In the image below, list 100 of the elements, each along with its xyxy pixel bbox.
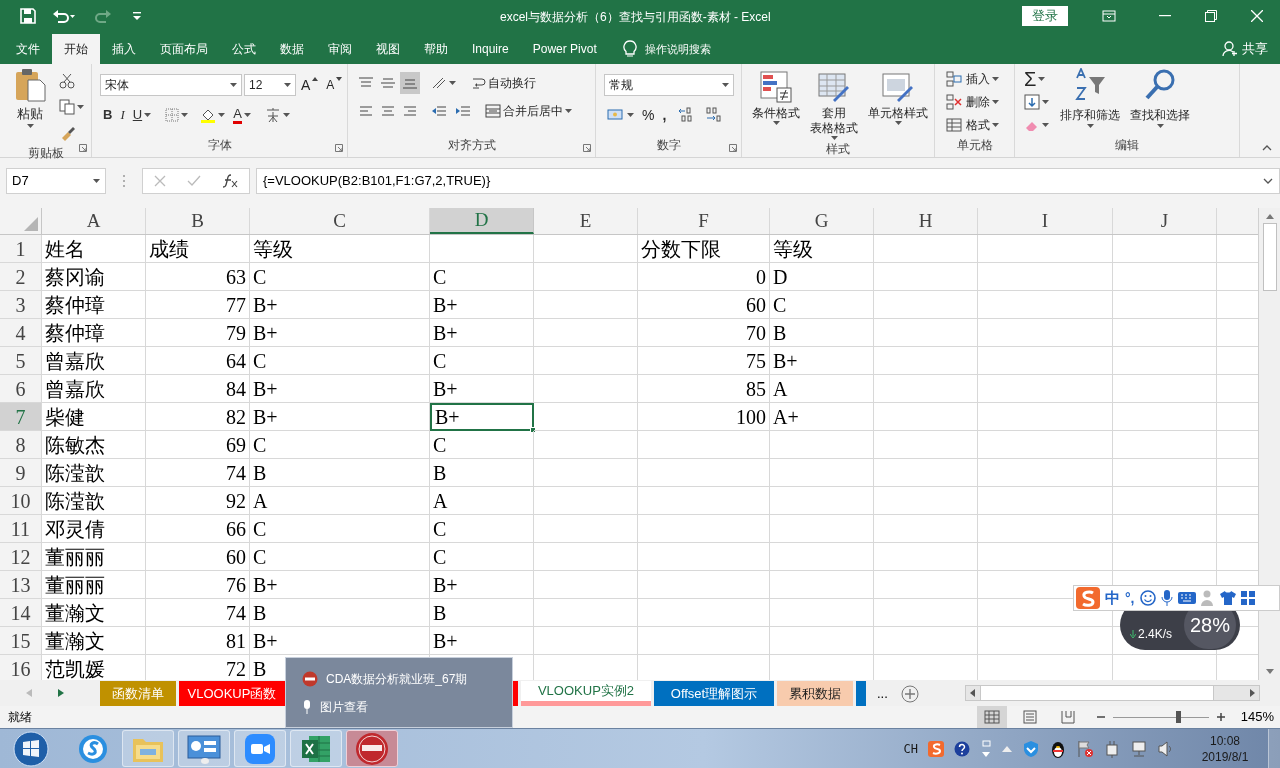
row-header[interactable]: 11: [0, 515, 42, 543]
add-sheet-icon[interactable]: [900, 684, 919, 703]
row-header[interactable]: 8: [0, 431, 42, 459]
row-header[interactable]: 13: [0, 571, 42, 599]
name-box[interactable]: D7: [6, 168, 106, 194]
row-header[interactable]: 9: [0, 459, 42, 487]
language-bar-icon[interactable]: [980, 739, 992, 758]
sort-filter-button[interactable]: 排序和筛选: [1058, 68, 1122, 136]
formula-input[interactable]: {=VLOOKUP(B2:B101,F1:G7,2,TRUE)}: [256, 168, 1280, 194]
row-header[interactable]: 10: [0, 487, 42, 515]
flag-icon[interactable]: [1076, 739, 1094, 758]
ribbon-tab[interactable]: 插入: [100, 34, 148, 64]
delete-button[interactable]: 删除: [943, 91, 1014, 113]
more-sheets-button[interactable]: ...: [877, 683, 888, 704]
fill-handle[interactable]: [530, 427, 536, 433]
column-header[interactable]: I: [978, 208, 1113, 234]
grow-font-button[interactable]: A: [298, 74, 322, 96]
column-header[interactable]: H: [874, 208, 978, 234]
language-indicator[interactable]: CH: [903, 739, 918, 758]
sign-in-button[interactable]: 登录: [1022, 6, 1068, 26]
show-hidden-icons-icon[interactable]: [1002, 745, 1012, 752]
popup-menu-item[interactable]: 图片查看: [302, 697, 496, 716]
row-header[interactable]: 15: [0, 627, 42, 655]
fill-button[interactable]: [1021, 91, 1052, 113]
ribbon-tab[interactable]: 帮助: [412, 34, 460, 64]
dialog-launcher-icon[interactable]: [583, 144, 591, 152]
sogou-tray-icon[interactable]: [928, 740, 944, 757]
zoom-out-icon[interactable]: [1096, 713, 1105, 721]
row-header[interactable]: 1: [0, 235, 42, 263]
row-header[interactable]: 3: [0, 291, 42, 319]
share-button[interactable]: 共享: [1222, 34, 1268, 64]
network-icon[interactable]: [1130, 739, 1148, 758]
grid-icon[interactable]: [1240, 591, 1255, 605]
font-name-dropdown[interactable]: 宋体: [100, 74, 242, 96]
paste-button[interactable]: 粘贴: [10, 68, 50, 144]
zoom-slider[interactable]: [1112, 711, 1209, 723]
sheet-tab[interactable]: 累积数据: [777, 681, 853, 706]
insert-button[interactable]: 插入: [943, 68, 1014, 90]
column-header[interactable]: D: [430, 208, 534, 234]
power-plug-icon[interactable]: [1104, 739, 1120, 758]
column-header[interactable]: F: [638, 208, 770, 234]
column-header[interactable]: A: [42, 208, 146, 234]
ribbon-tab[interactable]: 文件: [4, 34, 52, 64]
smiley-icon[interactable]: [1139, 590, 1156, 606]
zoom-in-icon[interactable]: [1216, 713, 1225, 721]
bold-button[interactable]: B: [100, 104, 116, 126]
sheet-tab[interactable]: Offset理解图示: [654, 681, 774, 706]
underline-button[interactable]: U: [129, 104, 155, 126]
scroll-thumb[interactable]: [980, 686, 1214, 700]
zoom-slider-thumb[interactable]: [1176, 711, 1181, 723]
dialog-launcher-icon[interactable]: [335, 144, 343, 152]
italic-button[interactable]: I: [117, 104, 128, 126]
row-header[interactable]: 5: [0, 347, 42, 375]
horizontal-scrollbar[interactable]: [965, 685, 1260, 701]
help-icon[interactable]: [954, 740, 970, 757]
tell-me-field[interactable]: 操作说明搜索: [644, 40, 711, 58]
ribbon-tab[interactable]: 开始: [52, 34, 100, 64]
customize-icon[interactable]: [132, 11, 142, 21]
taskbar-button[interactable]: [346, 730, 398, 767]
row-header[interactable]: 2: [0, 263, 42, 291]
row-header[interactable]: 4: [0, 319, 42, 347]
ribbon-tab[interactable]: 公式: [220, 34, 268, 64]
column-header[interactable]: E: [534, 208, 638, 234]
row-header[interactable]: 14: [0, 599, 42, 627]
row-header[interactable]: 6: [0, 375, 42, 403]
undo-icon[interactable]: [52, 8, 76, 24]
input-mode-toggle[interactable]: 中: [1105, 586, 1120, 610]
scroll-thumb[interactable]: [1262, 223, 1277, 291]
collapse-ribbon-icon[interactable]: [1262, 145, 1272, 151]
row-header[interactable]: 12: [0, 543, 42, 571]
row-header[interactable]: 7: [0, 403, 42, 431]
sheet-tab[interactable]: VLOOKUP实例2: [521, 681, 651, 706]
ribbon-tab[interactable]: 数据: [268, 34, 316, 64]
scroll-up-icon[interactable]: [1265, 214, 1274, 219]
format-button[interactable]: 格式: [943, 114, 1014, 136]
font-color-button[interactable]: A: [230, 104, 254, 126]
column-header[interactable]: G: [770, 208, 874, 234]
scroll-down-icon[interactable]: [1265, 669, 1274, 674]
dialog-launcher-icon[interactable]: [79, 144, 87, 152]
row-header[interactable]: 16: [0, 655, 42, 680]
penguin-icon[interactable]: [1050, 739, 1066, 758]
number-format-dropdown[interactable]: 常规: [604, 74, 734, 96]
font-size-dropdown[interactable]: 12: [244, 74, 296, 96]
clock[interactable]: 10:08 2019/8/1: [1192, 732, 1258, 765]
check-icon[interactable]: [187, 175, 201, 187]
shield-icon[interactable]: [1022, 739, 1040, 758]
column-header[interactable]: B: [146, 208, 250, 234]
start-orb-icon[interactable]: [13, 730, 49, 767]
ribbon-tab[interactable]: Power Pivot: [520, 34, 609, 64]
ribbon-tab[interactable]: Inquire: [460, 34, 521, 64]
normal-view-button[interactable]: [976, 706, 1007, 728]
bottom-align-button[interactable]: [400, 72, 420, 94]
ribbon-tab[interactable]: 页面布局: [148, 34, 220, 64]
merge-center-button[interactable]: 合并后居中: [482, 100, 575, 122]
microphone-icon[interactable]: [1160, 590, 1173, 606]
wrap-text-button[interactable]: 自动换行: [469, 72, 539, 94]
percent-button[interactable]: %: [639, 104, 658, 126]
save-icon[interactable]: [20, 8, 36, 24]
cell-style-button[interactable]: 单元格样式: [866, 70, 930, 140]
table-format-button[interactable]: 套用 表格格式: [808, 70, 860, 140]
